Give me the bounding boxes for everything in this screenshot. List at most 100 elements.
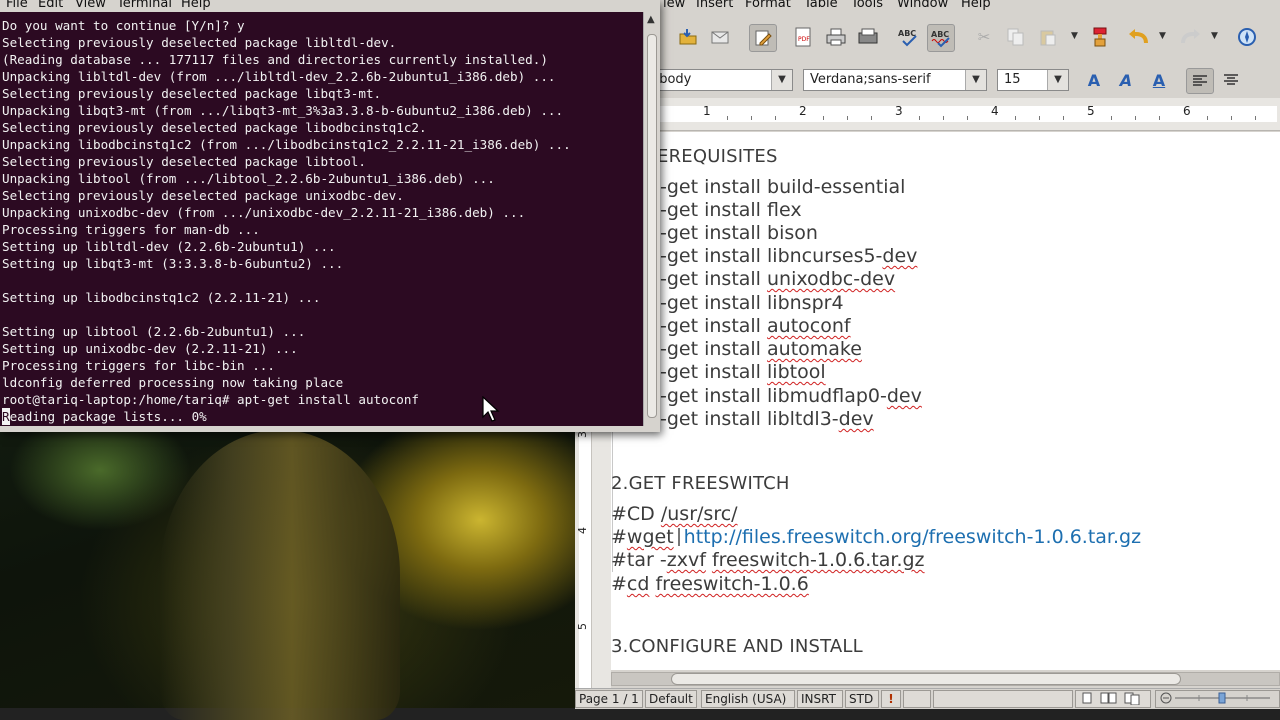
copy-icon[interactable]: [1003, 24, 1029, 50]
ruler-number: 5: [1087, 104, 1095, 118]
redo-dropdown-icon[interactable]: ▼: [1211, 31, 1218, 41]
paragraph-style-select[interactable]: t body ▼: [643, 69, 793, 91]
view-layout-buttons[interactable]: [1075, 690, 1151, 708]
terminal-progress-line: eading package lists... 0%: [9, 409, 207, 424]
font-name-value: Verdana;sans-serif: [810, 72, 931, 87]
digital-signature-indicator[interactable]: [903, 690, 931, 708]
page-style-indicator[interactable]: Default: [645, 690, 697, 708]
ruler-tick: [823, 116, 824, 120]
menu-view[interactable]: View: [75, 0, 106, 11]
document-page[interactable]: EREQUISITES -get install build-essential…: [611, 132, 1280, 670]
wallpaper-tree-trunk: [160, 430, 400, 720]
print-preview-icon[interactable]: [855, 24, 881, 50]
terminal-window: File Edit View Terminal Help Do you want…: [0, 0, 660, 432]
cut-icon[interactable]: ✂: [971, 24, 997, 50]
terminal-line: Unpacking unixodbc-dev (from .../unixodb…: [2, 205, 526, 220]
ruler-tick: [967, 116, 968, 120]
redo-icon[interactable]: [1177, 24, 1203, 50]
ruler-tick: [1207, 116, 1208, 120]
menu-tools[interactable]: Tools: [851, 0, 883, 11]
menu-edit[interactable]: Edit: [38, 0, 63, 11]
item-prefix: -get install: [660, 338, 768, 360]
email-icon[interactable]: [707, 24, 733, 50]
paste-dropdown-icon[interactable]: ▼: [1071, 31, 1078, 41]
menu-format[interactable]: Format: [745, 0, 791, 11]
ruler-number: 6: [1183, 104, 1191, 118]
menu-insert[interactable]: Insert: [696, 0, 733, 11]
document-modified-icon[interactable]: !: [881, 690, 901, 708]
item-package: libncurses5-: [767, 245, 883, 267]
font-size-select[interactable]: 15 ▼: [997, 69, 1069, 91]
freeswitch-download-link[interactable]: http://files.freeswitch.org/freeswitch-1…: [684, 526, 1141, 548]
spellcheck-icon[interactable]: ABC: [895, 24, 921, 50]
menu-terminal[interactable]: Terminal: [117, 0, 172, 11]
autospellcheck-icon[interactable]: ABC: [927, 24, 955, 52]
ruler-tick: [847, 116, 848, 120]
menu-table[interactable]: Table: [804, 0, 838, 11]
terminal-line: Setting up libodbcinstq1c2 (2.2.11-21) .…: [2, 290, 321, 305]
terminal-line: Selecting previously deselected package …: [2, 120, 427, 135]
menu-help[interactable]: Help: [961, 0, 991, 11]
paste-icon[interactable]: [1035, 24, 1061, 50]
undo-dropdown-icon[interactable]: ▼: [1159, 31, 1166, 41]
prereq-heading: EREQUISITES: [657, 146, 778, 167]
svg-text:PDF: PDF: [798, 36, 810, 43]
undo-icon[interactable]: [1126, 24, 1152, 50]
align-center-icon[interactable]: [1218, 68, 1244, 92]
svg-text:ABC: ABC: [931, 30, 949, 39]
print-icon[interactable]: [823, 24, 849, 50]
chevron-down-icon[interactable]: ▼: [965, 70, 986, 90]
terminal-screen[interactable]: Do you want to continue [Y/n]? y Selecti…: [0, 12, 643, 426]
chevron-down-icon[interactable]: ▼: [1047, 70, 1068, 90]
language-indicator[interactable]: English (USA): [701, 690, 795, 708]
terminal-line: Unpacking libltdl-dev (from .../libltdl-…: [2, 69, 556, 84]
item-prefix: -get install: [660, 315, 768, 337]
edit-mode-icon[interactable]: [749, 24, 777, 52]
prereq-item: -get install libltdl3-dev: [660, 408, 874, 430]
ruler-tick: [775, 116, 776, 120]
menu-window[interactable]: Window: [897, 0, 948, 11]
align-left-icon[interactable]: [1186, 68, 1214, 94]
terminal-line: Setting up libqt3-mt (3:3.3.8-b-6ubuntu2…: [2, 256, 344, 271]
wget-line: #wget http://files.freeswitch.org/freeswi…: [611, 526, 1141, 548]
prereq-item: -get install unixodbc-dev: [660, 268, 895, 290]
selection-mode-indicator[interactable]: STD: [845, 690, 879, 708]
font-name-select[interactable]: Verdana;sans-serif ▼: [803, 69, 987, 91]
horizontal-scrollbar[interactable]: [611, 670, 1280, 688]
prereq-item: -get install libmudflap0-dev: [660, 385, 922, 407]
item-package: libltdl3-: [767, 408, 839, 430]
terminal-output: Do you want to continue [Y/n]? y Selecti…: [0, 12, 643, 425]
menu-help[interactable]: Help: [181, 0, 211, 11]
terminal-line: Unpacking libodbcinstq1c2 (from .../libo…: [2, 137, 571, 152]
item-prefix: -get install: [660, 199, 768, 221]
zoom-slider[interactable]: [1155, 690, 1280, 708]
menu-view[interactable]: iew: [663, 0, 685, 11]
item-prefix: -get install: [660, 222, 768, 244]
menu-file[interactable]: File: [6, 0, 28, 11]
page-indicator[interactable]: Page 1 / 1: [575, 690, 643, 708]
ruler-number: 1: [703, 104, 711, 118]
horizontal-ruler[interactable]: 1 2 3 4 5 6: [575, 98, 1280, 131]
export-pdf-icon[interactable]: PDF: [790, 24, 816, 50]
ruler-tick: [1063, 116, 1064, 120]
navigator-icon[interactable]: [1234, 24, 1260, 50]
insert-mode-indicator[interactable]: INSRT: [797, 690, 843, 708]
ruler-tick: [1255, 116, 1256, 120]
scroll-up-icon[interactable]: ▲: [647, 14, 655, 25]
terminal-scrollbar[interactable]: ▲: [643, 12, 660, 426]
chevron-down-icon[interactable]: ▼: [771, 70, 792, 90]
italic-icon[interactable]: A: [1113, 68, 1139, 92]
standard-toolbar: PDF ABC ABC ✂ ▼ ▼ ▼: [575, 14, 1280, 64]
clone-format-icon[interactable]: [1087, 24, 1113, 50]
terminal-line: Setting up libltdl-dev (2.2.6b-2ubuntu1)…: [2, 239, 336, 254]
terminal-prompt-line: root@tariq-laptop:/home/tariq# apt-get i…: [2, 392, 420, 407]
bold-icon[interactable]: A: [1081, 68, 1107, 92]
terminal-scrollbar-thumb[interactable]: [647, 34, 657, 418]
underline-icon[interactable]: A: [1146, 68, 1172, 92]
terminal-line: Selecting previously deselected package …: [2, 188, 404, 203]
scrollbar-thumb[interactable]: [671, 673, 1181, 685]
open-icon[interactable]: [675, 24, 701, 50]
prereq-item: -get install libtool: [660, 361, 826, 383]
item-package: autoconf: [767, 315, 851, 337]
ruler-number: 3: [895, 104, 903, 118]
